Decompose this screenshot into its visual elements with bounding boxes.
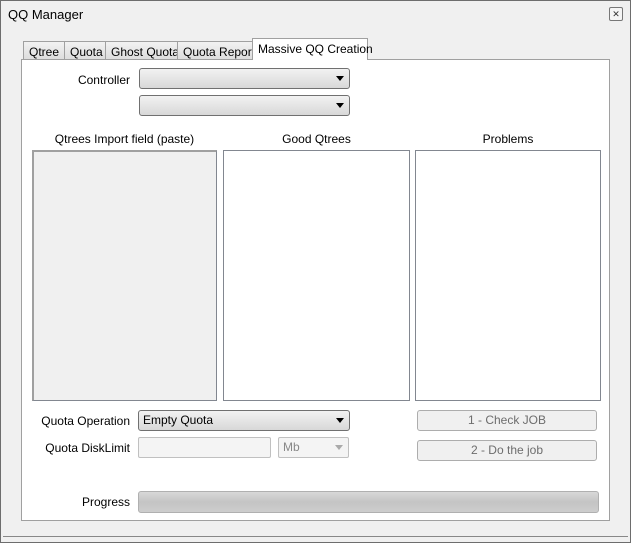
- chevron-down-icon: [336, 418, 344, 423]
- controller-label: Controller: [77, 73, 130, 87]
- good-qtrees-header: Good Qtrees: [282, 132, 351, 146]
- quota-operation-combo[interactable]: Empty Quota: [138, 410, 350, 431]
- check-job-button[interactable]: 1 - Check JOB: [417, 410, 597, 431]
- good-qtrees-list[interactable]: [223, 150, 410, 401]
- import-header: Qtrees Import field (paste): [54, 132, 195, 146]
- unit-combo[interactable]: Mb: [278, 437, 349, 458]
- disklimit-label: Quota DiskLimit: [45, 441, 130, 455]
- disklimit-input[interactable]: [138, 437, 271, 458]
- tab-ghost-quota[interactable]: Ghost Quota: [105, 41, 186, 60]
- controller-combo[interactable]: [139, 68, 350, 89]
- problems-list[interactable]: [415, 150, 601, 401]
- progress-label: Progress: [81, 495, 130, 509]
- do-the-job-button[interactable]: 2 - Do the job: [417, 440, 597, 461]
- secondary-combo[interactable]: [139, 95, 350, 116]
- tab-massive-qq-creation[interactable]: Massive QQ Creation: [252, 38, 373, 60]
- close-icon[interactable]: ✕: [609, 7, 623, 21]
- tab-qtree[interactable]: Qtree: [23, 41, 66, 60]
- unit-value: Mb: [283, 440, 300, 454]
- window-title: QQ Manager: [8, 7, 84, 22]
- chevron-down-icon: [336, 76, 344, 81]
- chevron-down-icon: [335, 445, 343, 450]
- quota-operation-label: Quota Operation: [41, 414, 130, 428]
- progress-bar: [138, 491, 599, 513]
- tab-quota[interactable]: Quota: [64, 41, 109, 60]
- tab-quota-report[interactable]: Quota Report: [177, 41, 262, 60]
- quota-operation-value: Empty Quota: [143, 413, 214, 427]
- chevron-down-icon: [336, 103, 344, 108]
- problems-header: Problems: [482, 132, 534, 146]
- qtrees-import-field[interactable]: [32, 150, 217, 401]
